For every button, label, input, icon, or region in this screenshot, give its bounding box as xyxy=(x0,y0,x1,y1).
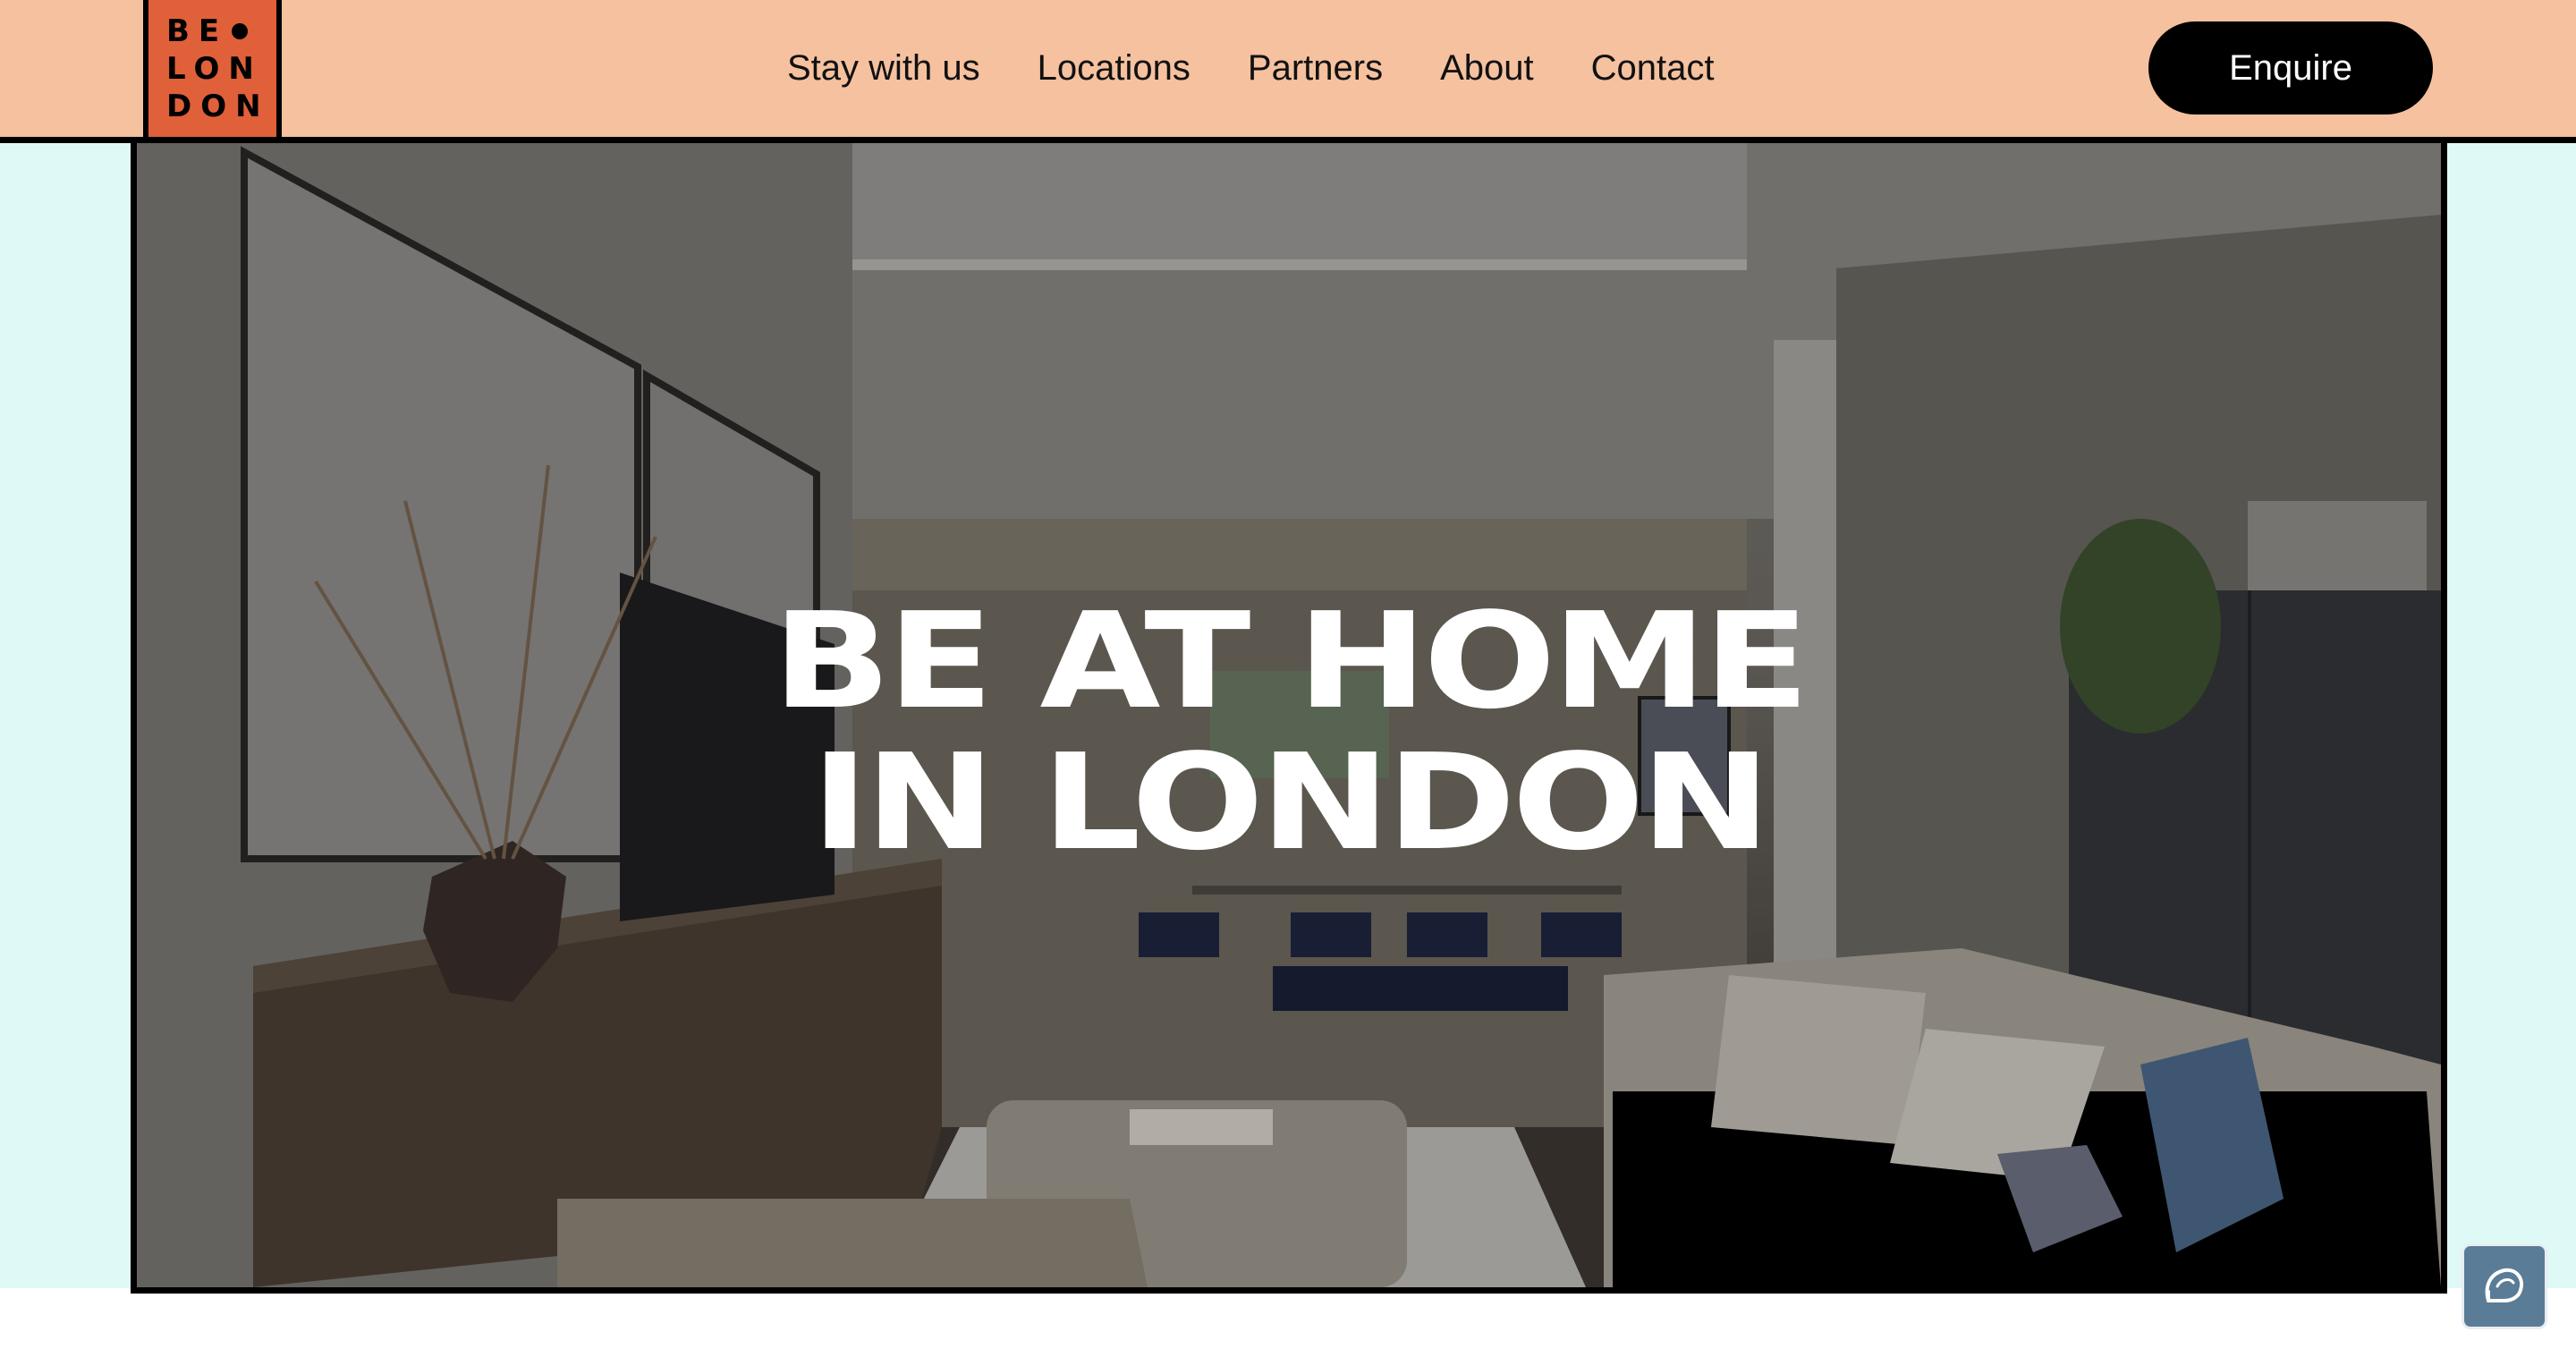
nav-item-contact[interactable]: Contact xyxy=(1591,48,1715,89)
hero-section: BE AT HOME IN LONDON xyxy=(131,143,2447,1294)
chat-widget-button[interactable] xyxy=(2462,1243,2547,1329)
nav-item-partners[interactable]: Partners xyxy=(1248,48,1383,89)
main-nav: Stay with us Locations Partners About Co… xyxy=(787,0,1714,137)
page-bottom-strip xyxy=(0,1294,2576,1349)
logo-line-2: LON xyxy=(166,50,263,87)
logo-text-be: BE xyxy=(166,13,229,49)
logo-line-3: DON xyxy=(166,88,270,124)
nav-item-about[interactable]: About xyxy=(1440,48,1534,89)
chat-bubble-icon xyxy=(2485,1268,2523,1302)
left-side-panel xyxy=(0,143,131,1288)
logo-line-1: BE xyxy=(166,13,249,50)
hero-title: BE AT HOME IN LONDON xyxy=(137,584,2441,879)
hero-title-line-1: BE AT HOME xyxy=(772,584,1809,738)
enquire-button[interactable]: Enquire xyxy=(2148,21,2433,115)
nav-item-stay-with-us[interactable]: Stay with us xyxy=(787,48,980,89)
right-side-panel xyxy=(2447,143,2576,1288)
site-logo[interactable]: BE LON DON xyxy=(143,0,282,137)
site-header: BE LON DON Stay with us Locations Partne… xyxy=(0,0,2576,143)
hero-title-line-2: IN LONDON xyxy=(810,725,1771,879)
nav-item-locations[interactable]: Locations xyxy=(1038,48,1191,89)
dot-icon xyxy=(232,22,249,39)
